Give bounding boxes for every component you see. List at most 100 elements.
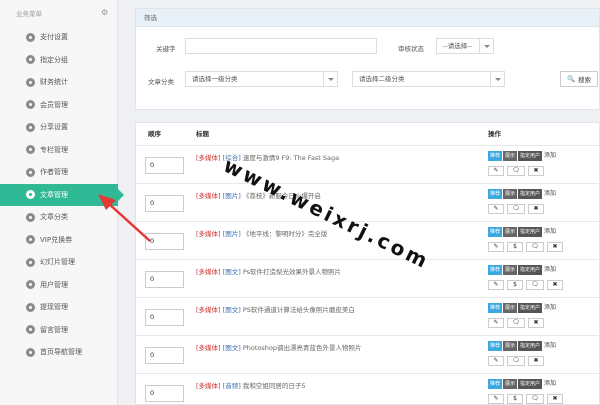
gear-icon[interactable]: ⚙ (101, 9, 109, 17)
order-input[interactable]: 0 (145, 271, 184, 288)
order-input[interactable]: 0 (145, 385, 184, 402)
recommend-button[interactable]: 推荐 (488, 227, 503, 237)
search-button[interactable]: 🔍 搜索 (560, 71, 598, 87)
sidebar-item[interactable]: 财务统计 (0, 71, 117, 94)
delete-icon[interactable]: ✖ (528, 318, 544, 328)
dollar-icon[interactable]: $ (507, 280, 523, 290)
sidebar-item[interactable]: 会员管理 (0, 94, 117, 117)
delete-icon[interactable]: ✖ (547, 394, 563, 404)
category-tag: [图文] (222, 268, 241, 276)
sidebar-item[interactable]: 用户管理 (0, 274, 117, 297)
add-link[interactable]: 添加 (544, 227, 556, 237)
recommend-button[interactable]: 推荐 (488, 189, 503, 199)
article-title[interactable]: [多媒体] [图片] 《荔枝》新服今日火爆开启 (196, 190, 321, 200)
show-button[interactable]: 展示 (503, 303, 518, 313)
edit-icon[interactable]: ✎ (488, 394, 504, 404)
add-link[interactable]: 添加 (544, 151, 556, 161)
delete-icon[interactable]: ✖ (528, 166, 544, 176)
order-input[interactable]: 0 (145, 347, 184, 364)
article-title[interactable]: [多媒体] [图文] Ps软件打造梨光效果外景人物照片 (196, 266, 341, 276)
assign-user-button[interactable]: 指定用户 (518, 303, 543, 313)
article-title[interactable]: [多媒体] [图文] Photoshop调出漂亮青蓝色外景人物照片 (196, 342, 361, 352)
comment-icon[interactable]: 🗨 (526, 242, 544, 252)
order-input[interactable]: 0 (145, 309, 184, 326)
recommend-button[interactable]: 推荐 (488, 303, 503, 313)
dollar-icon[interactable]: $ (507, 394, 523, 404)
show-button[interactable]: 展示 (503, 151, 518, 161)
row-actions: 推荐 展示 指定用户 添加 ✎ $ 🗨 ✖ (488, 227, 600, 252)
show-button[interactable]: 展示 (503, 341, 518, 351)
comment-icon[interactable]: 🗨 (526, 280, 544, 290)
comment-icon[interactable]: 🗨 (526, 394, 544, 404)
show-button[interactable]: 展示 (503, 189, 518, 199)
sidebar-item[interactable]: 提现管理 (0, 296, 117, 319)
delete-icon[interactable]: ✖ (547, 242, 563, 252)
edit-icon[interactable]: ✎ (488, 204, 504, 214)
sidebar-item[interactable]: 支付设置 (0, 26, 117, 49)
sidebar-item[interactable]: 分享设置 (0, 116, 117, 139)
delete-icon[interactable]: ✖ (528, 204, 544, 214)
category2-select[interactable]: 请选择二级分类 (352, 71, 505, 87)
chevron-down-icon (479, 39, 493, 53)
article-title-text: 速度与激情9 F9: The Fast Saga (242, 154, 340, 162)
add-link[interactable]: 添加 (544, 303, 556, 313)
recommend-button[interactable]: 推荐 (488, 151, 503, 161)
order-input[interactable]: 0 (145, 157, 184, 174)
assign-user-button[interactable]: 指定用户 (518, 151, 543, 161)
sidebar-item[interactable]: 幻灯片管理 (0, 251, 117, 274)
recommend-button[interactable]: 推荐 (488, 341, 503, 351)
category1-select[interactable]: 请选择一级分类 (185, 71, 338, 87)
comment-icon[interactable]: 🗨 (507, 356, 525, 366)
edit-icon[interactable]: ✎ (488, 318, 504, 328)
add-link[interactable]: 添加 (544, 341, 556, 351)
add-link[interactable]: 添加 (544, 189, 556, 199)
gear-icon (26, 145, 35, 155)
recommend-button[interactable]: 推荐 (488, 265, 503, 275)
audit-status-select[interactable]: --请选择-- (436, 38, 494, 54)
edit-icon[interactable]: ✎ (488, 242, 504, 252)
assign-user-button[interactable]: 指定用户 (518, 227, 543, 237)
article-title[interactable]: [多媒体] [图文] PS软件通道计算法给头像照片磨皮美白 (196, 304, 355, 314)
sidebar-item-label: 幻灯片管理 (40, 258, 75, 267)
sidebar-item-label: 专栏管理 (40, 145, 68, 154)
gear-icon (26, 32, 35, 42)
sidebar-title: 业务菜单 (16, 10, 42, 18)
add-link[interactable]: 添加 (544, 379, 556, 389)
sidebar-item[interactable]: 文章管理 (0, 183, 124, 206)
assign-user-button[interactable]: 指定用户 (518, 341, 543, 351)
show-button[interactable]: 展示 (503, 265, 518, 275)
sidebar-item[interactable]: 留言管理 (0, 319, 117, 342)
sidebar-item[interactable]: 首页导航管理 (0, 341, 117, 364)
show-button[interactable]: 展示 (503, 227, 518, 237)
delete-icon[interactable]: ✖ (528, 356, 544, 366)
edit-icon[interactable]: ✎ (488, 356, 504, 366)
edit-icon[interactable]: ✎ (488, 166, 504, 176)
sidebar-item[interactable]: VIP兑换券 (0, 229, 117, 252)
order-input[interactable]: 0 (145, 233, 184, 250)
article-title[interactable]: [多媒体] [综合] 速度与激情9 F9: The Fast Saga (196, 152, 339, 162)
assign-user-button[interactable]: 指定用户 (518, 265, 543, 275)
sidebar-item[interactable]: 作者管理 (0, 161, 117, 184)
comment-icon[interactable]: 🗨 (507, 318, 525, 328)
sidebar-item-label: 支付设置 (40, 33, 68, 42)
edit-icon[interactable]: ✎ (488, 280, 504, 290)
assign-user-button[interactable]: 指定用户 (518, 379, 543, 389)
recommend-button[interactable]: 推荐 (488, 379, 503, 389)
article-title[interactable]: [多媒体] [图片] 《地平线：黎明时分》完全版 (196, 228, 327, 238)
sidebar-item[interactable]: 专栏管理 (0, 139, 117, 162)
sidebar-item-label: 指定分组 (40, 55, 68, 64)
article-title[interactable]: [多媒体] [音频] 我和空姐同居的日子5 (196, 380, 305, 390)
keyword-input[interactable] (185, 38, 377, 54)
order-input[interactable]: 0 (145, 195, 184, 212)
sidebar-item[interactable]: 指定分组 (0, 49, 117, 72)
gear-icon (26, 100, 35, 110)
delete-icon[interactable]: ✖ (547, 280, 563, 290)
sidebar-item[interactable]: 文章分类 (0, 206, 117, 229)
comment-icon[interactable]: 🗨 (507, 166, 525, 176)
article-title-text: 《荔枝》新服今日火爆开启 (242, 192, 321, 200)
add-link[interactable]: 添加 (544, 265, 556, 275)
dollar-icon[interactable]: $ (507, 242, 523, 252)
comment-icon[interactable]: 🗨 (507, 204, 525, 214)
assign-user-button[interactable]: 指定用户 (518, 189, 543, 199)
show-button[interactable]: 展示 (503, 379, 518, 389)
